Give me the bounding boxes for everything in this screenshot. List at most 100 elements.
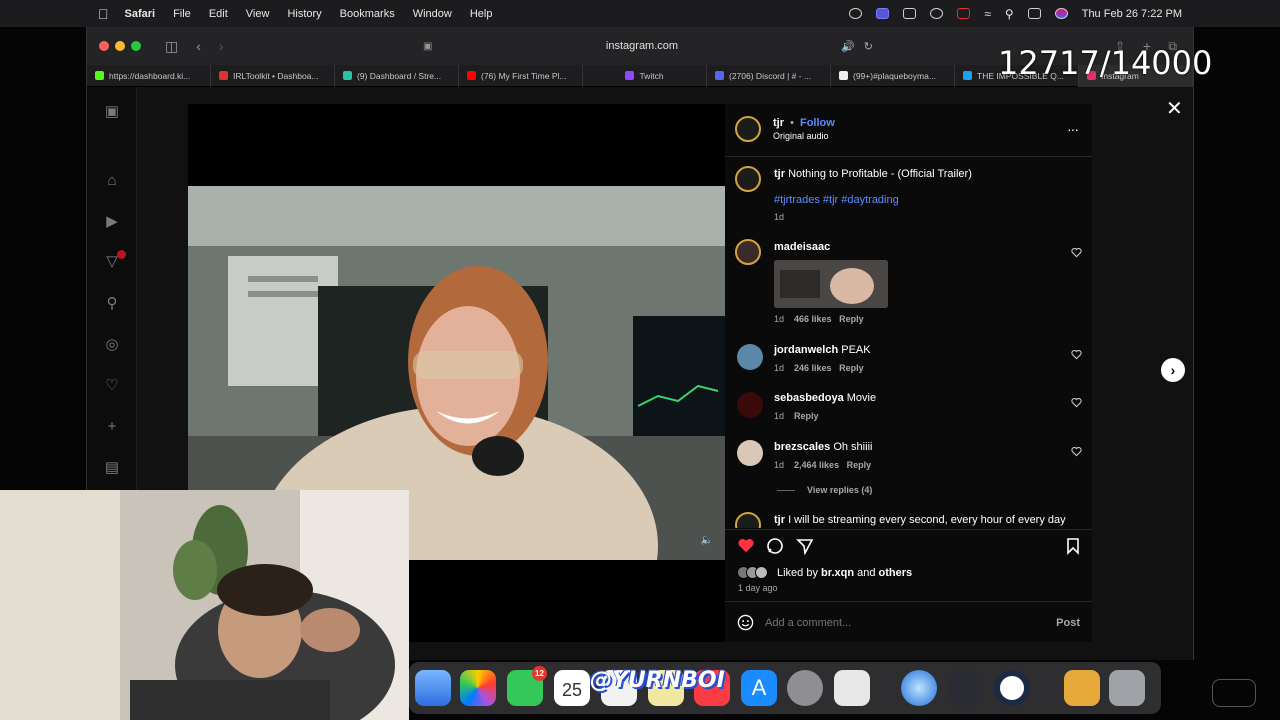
menu-view[interactable]: View — [246, 8, 270, 20]
status-camera-icon[interactable] — [849, 8, 863, 19]
screen-record-icon[interactable] — [876, 8, 890, 19]
back-icon[interactable]: ‹ — [196, 38, 201, 54]
liked-by-others[interactable]: others — [879, 567, 913, 579]
menu-window[interactable]: Window — [413, 8, 452, 20]
facetime-app-icon[interactable]: 12 — [507, 666, 547, 706]
trash-icon[interactable] — [1109, 670, 1145, 706]
explore-icon[interactable]: ◎ — [103, 336, 121, 354]
zoom-window-button[interactable] — [131, 41, 141, 51]
wifi-icon[interactable]: ≈ — [984, 7, 991, 21]
comment-avatar[interactable] — [735, 239, 761, 265]
reload-icon[interactable]: ↻ — [864, 40, 873, 53]
liked-by-user[interactable]: br.xqn — [821, 567, 854, 579]
tab-twitch[interactable]: Twitch — [583, 64, 707, 87]
next-post-button[interactable]: › — [1161, 358, 1185, 382]
tab-stream-dashboard[interactable]: (9) Dashboard / Stre... — [335, 64, 459, 87]
minimize-window-button[interactable] — [115, 41, 125, 51]
caption-hashtags[interactable]: #tjrtrades #tjr #daytrading — [774, 194, 1062, 206]
caption-avatar[interactable] — [735, 166, 761, 192]
instagram-logo-icon[interactable]: ▣ — [103, 103, 121, 121]
comment-likes[interactable]: 246 likes — [794, 363, 832, 373]
reels-icon[interactable]: ▶ — [103, 213, 121, 231]
obs-app-icon[interactable] — [947, 670, 983, 706]
caption-username[interactable]: tjr — [774, 168, 785, 180]
spotlight-search-icon[interactable]: ⚲ — [1005, 7, 1014, 21]
like-comment-heart-icon[interactable] — [1071, 446, 1082, 457]
tab-irltoolkit[interactable]: IRLToolkit • Dashboa... — [211, 64, 335, 87]
reply-button[interactable]: Reply — [839, 363, 864, 373]
menu-file[interactable]: File — [173, 8, 191, 20]
author-avatar[interactable] — [735, 116, 761, 142]
follow-button[interactable]: Follow — [800, 117, 835, 129]
app-store-icon[interactable]: A — [741, 670, 777, 706]
tab-youtube[interactable]: (76) My First Time Pl... — [459, 64, 583, 87]
reply-button[interactable]: Reply — [839, 314, 864, 324]
like-comment-heart-icon[interactable] — [1071, 349, 1082, 360]
reply-button[interactable]: Reply — [794, 411, 819, 421]
play-icon[interactable] — [930, 8, 944, 19]
comment-username[interactable]: tjr — [774, 514, 785, 526]
comment-likes[interactable]: 466 likes — [794, 314, 832, 324]
archive-utility-icon[interactable] — [1064, 670, 1100, 706]
view-replies-button[interactable]: View replies (4) — [807, 485, 872, 495]
notifications-icon[interactable]: ♡ — [103, 377, 121, 395]
liked-heart-icon[interactable] — [737, 537, 755, 554]
more-options-icon[interactable]: ··· — [1067, 121, 1079, 137]
comment-image[interactable] — [774, 260, 888, 308]
comment-avatar[interactable] — [737, 392, 763, 418]
siri-icon[interactable] — [1054, 8, 1068, 19]
screen-mirror-icon[interactable] — [903, 8, 917, 19]
audio-playing-icon[interactable]: 🔊 — [841, 40, 855, 53]
tab-kick-dashboard[interactable]: https://dashboard.ki... — [87, 64, 211, 87]
apple-menu-icon[interactable]:  — [98, 6, 109, 22]
menu-history[interactable]: History — [287, 8, 321, 20]
like-comment-heart-icon[interactable] — [1071, 397, 1082, 408]
control-center-icon[interactable] — [1027, 8, 1041, 19]
calendar-app-icon[interactable]: 25 — [554, 670, 590, 706]
capture-app-icon[interactable] — [994, 670, 1030, 706]
comment-username[interactable]: madeisaac — [774, 241, 1062, 253]
system-settings-icon[interactable] — [787, 670, 823, 706]
create-icon[interactable]: + — [103, 418, 121, 436]
messages-icon[interactable]: ▽ — [103, 250, 126, 271]
sidebar-toggle-icon[interactable]: ◫ — [165, 38, 178, 55]
address-bar[interactable]: ▣ instagram.com 🔊 ↻ — [417, 35, 873, 57]
author-username[interactable]: tjr — [773, 117, 784, 129]
menu-app-safari[interactable]: Safari — [125, 8, 156, 20]
like-comment-heart-icon[interactable] — [1071, 247, 1082, 258]
comment-avatar[interactable] — [737, 344, 763, 370]
iphone-mirroring-icon[interactable] — [834, 670, 870, 706]
emoji-icon[interactable] — [737, 614, 754, 631]
comment-username[interactable]: brezscales — [774, 441, 830, 453]
save-bookmark-icon[interactable] — [1066, 537, 1080, 555]
safari-app-icon[interactable] — [901, 670, 937, 706]
maps-app-icon[interactable] — [415, 670, 451, 706]
comment-likes[interactable]: 2,464 likes — [794, 460, 839, 470]
reply-button[interactable]: Reply — [847, 460, 872, 470]
tab-tiktok[interactable]: (99+)#plaqueboyma... — [831, 64, 955, 87]
comment-icon[interactable] — [766, 537, 784, 555]
forward-icon[interactable]: › — [219, 38, 224, 54]
menu-bookmarks[interactable]: Bookmarks — [340, 8, 395, 20]
close-window-button[interactable] — [99, 41, 109, 51]
add-comment-input[interactable] — [765, 614, 1025, 632]
liked-by-avatars[interactable] — [737, 566, 773, 580]
comment-avatar[interactable] — [735, 512, 761, 528]
post-comment-button[interactable]: Post — [1056, 617, 1080, 629]
comment-username[interactable]: sebasbedoya — [774, 392, 844, 404]
tab-discord[interactable]: (2706) Discord | # - ... — [707, 64, 831, 87]
menubar-clock[interactable]: Thu Feb 26 7:22 PM — [1082, 8, 1182, 20]
dashboard-icon[interactable]: ▤ — [103, 459, 121, 477]
audio-label[interactable]: Original audio — [773, 131, 829, 141]
home-icon[interactable]: ⌂ — [103, 172, 121, 190]
page-menu-icon[interactable]: ▣ — [423, 41, 432, 52]
comment-username[interactable]: jordanwelch — [774, 344, 838, 356]
photos-app-icon[interactable] — [460, 670, 496, 706]
share-icon[interactable] — [796, 537, 814, 555]
volume-icon[interactable]: 🔈 — [701, 535, 713, 546]
battery-icon[interactable] — [957, 8, 971, 19]
search-icon[interactable]: ⚲ — [103, 295, 121, 313]
close-post-icon[interactable]: ✕ — [1166, 96, 1183, 121]
menu-edit[interactable]: Edit — [209, 8, 228, 20]
comment-avatar[interactable] — [737, 440, 763, 466]
